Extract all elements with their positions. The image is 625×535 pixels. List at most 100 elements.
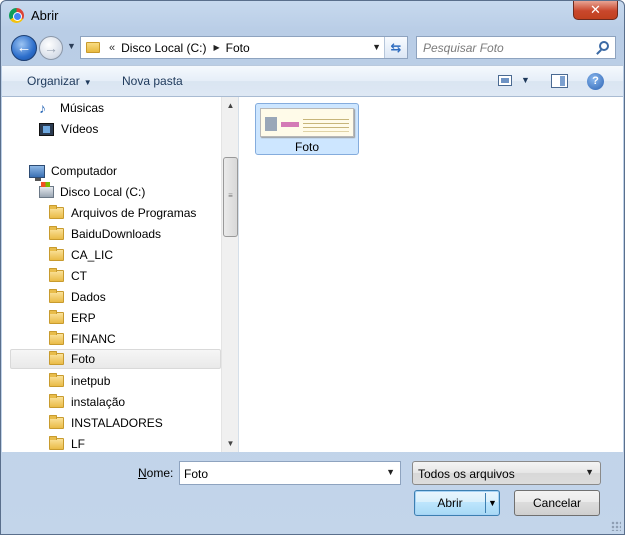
file-name-combobox[interactable]: ▼: [179, 461, 401, 485]
folder-icon: [49, 205, 64, 219]
nav-item-musicas[interactable]: ♪ Músicas: [39, 98, 104, 118]
nav-item-ca-lic[interactable]: CA_LIC: [49, 245, 113, 265]
folder-icon: [49, 331, 64, 345]
nav-item-baidudownloads[interactable]: BaiduDownloads: [49, 224, 161, 244]
breadcrumb-separator-icon[interactable]: ▶: [213, 43, 219, 52]
nav-item-label: CA_LIC: [71, 248, 114, 262]
nav-item-label: inetpub: [71, 374, 111, 388]
new-folder-button[interactable]: Nova pasta: [122, 74, 183, 88]
breadcrumb-disk[interactable]: Disco Local (C:): [121, 41, 206, 55]
nav-item-inetpub[interactable]: inetpub: [49, 371, 110, 391]
open-options-dropdown-icon[interactable]: ▼: [488, 491, 497, 515]
resize-grip-icon[interactable]: [611, 521, 621, 531]
nav-item-foto[interactable]: Foto: [10, 349, 221, 369]
nav-item-label: Computador: [51, 164, 118, 178]
file-name-label: Foto: [294, 140, 319, 154]
title-bar: Abrir ✕: [1, 1, 624, 31]
folder-icon: [49, 289, 64, 303]
nav-item-label: Arquivos de Programas: [71, 206, 197, 220]
preview-pane-icon[interactable]: [551, 74, 568, 88]
scroll-down-icon[interactable]: ▼: [222, 435, 239, 452]
disk-icon: [39, 182, 54, 198]
music-icon: ♪: [39, 100, 46, 116]
file-name-label: Nome:: [138, 466, 173, 480]
nav-item-lf[interactable]: LF: [49, 434, 85, 452]
search-box[interactable]: [416, 36, 616, 59]
recent-locations-dropdown[interactable]: ▼: [67, 41, 76, 51]
breadcrumb-overflow[interactable]: «: [109, 42, 115, 54]
nav-item-label: ERP: [71, 311, 96, 325]
change-view-icon[interactable]: [498, 75, 512, 86]
nav-item-label: BaiduDownloads: [71, 227, 162, 241]
nav-item-label: Dados: [71, 290, 106, 304]
file-name-input[interactable]: [184, 466, 374, 482]
nav-item-label: Músicas: [60, 101, 105, 115]
nav-item-label: instalação: [71, 395, 126, 409]
nav-item-computador[interactable]: Computador: [29, 161, 117, 181]
chevron-down-icon[interactable]: ▼: [386, 467, 395, 477]
folder-icon: [49, 394, 64, 408]
folder-icon: [49, 310, 64, 324]
nav-item-label: CT: [71, 269, 87, 283]
file-type-select[interactable]: Todos os arquivos ▼: [412, 461, 601, 485]
nav-item-instalacao[interactable]: instalação: [49, 392, 125, 412]
open-button-label: Abrir: [437, 496, 463, 510]
back-button[interactable]: ←: [11, 35, 37, 61]
address-bar[interactable]: « Disco Local (C:) ▶ Foto ▼ ⇆: [80, 36, 408, 59]
view-options-dropdown-icon[interactable]: ▼: [521, 75, 530, 85]
navigation-pane[interactable]: ♪ Músicas Vídeos Computador Disco Local …: [2, 97, 239, 452]
name-label-text: ome:: [146, 466, 174, 480]
nav-pane-scrollbar[interactable]: ▲ ≡ ▼: [221, 97, 238, 452]
nav-item-instaladores[interactable]: INSTALADORES: [49, 413, 163, 433]
nav-item-ct[interactable]: CT: [49, 266, 87, 286]
nav-item-arquivos-de-programas[interactable]: Arquivos de Programas: [49, 203, 196, 223]
scroll-thumb[interactable]: ≡: [223, 157, 238, 237]
refresh-button[interactable]: ⇆: [384, 37, 407, 58]
open-button[interactable]: Abrir ▼: [414, 490, 500, 516]
computer-icon: [29, 164, 45, 181]
folder-icon: [49, 415, 64, 429]
chrome-icon: [9, 8, 24, 23]
address-dropdown-icon[interactable]: ▼: [372, 42, 381, 52]
nav-item-label: Foto: [71, 352, 96, 366]
folder-icon: [49, 436, 64, 450]
command-toolbar: Organizar ▼ Nova pasta ▼ ?: [2, 65, 623, 97]
folder-icon: [86, 42, 100, 53]
nav-item-label: FINANC: [71, 332, 116, 346]
folder-icon: [49, 373, 64, 387]
file-list-pane[interactable]: Foto: [239, 97, 623, 452]
image-thumbnail: [260, 108, 354, 137]
file-type-value: Todos os arquivos: [418, 467, 515, 481]
nav-item-label: INSTALADORES: [71, 416, 163, 430]
video-icon: [39, 122, 54, 136]
organize-label: Organizar: [27, 74, 80, 88]
folder-icon: [49, 226, 64, 240]
nav-item-erp[interactable]: ERP: [49, 308, 96, 328]
nav-item-disco-local[interactable]: Disco Local (C:): [39, 182, 145, 202]
nav-item-label: LF: [71, 437, 86, 451]
nav-item-label: Vídeos: [61, 122, 99, 136]
help-icon[interactable]: ?: [587, 73, 604, 90]
nav-item-financ[interactable]: FINANC: [49, 329, 116, 349]
nav-item-dados[interactable]: Dados: [49, 287, 106, 307]
open-file-dialog: Abrir ✕ ← → ▼ « Disco Local (C:) ▶ Foto …: [0, 0, 625, 535]
split-divider: [485, 493, 486, 513]
breadcrumb-foto[interactable]: Foto: [226, 41, 250, 55]
cancel-button[interactable]: Cancelar: [514, 490, 600, 516]
chevron-down-icon: ▼: [585, 467, 594, 477]
search-input[interactable]: [423, 40, 593, 56]
forward-button[interactable]: →: [39, 36, 63, 60]
nav-item-label: Disco Local (C:): [60, 185, 146, 199]
window-title: Abrir: [31, 8, 59, 23]
name-label-mnemonic: N: [138, 466, 147, 480]
folder-icon: [49, 268, 64, 282]
caret-down-icon: ▼: [83, 78, 92, 87]
folder-icon: [49, 247, 64, 261]
folder-icon: [49, 351, 64, 365]
scroll-up-icon[interactable]: ▲: [222, 97, 239, 114]
file-item-foto[interactable]: Foto: [255, 103, 359, 155]
close-button[interactable]: ✕: [573, 1, 618, 20]
search-icon[interactable]: [599, 41, 609, 51]
organize-button[interactable]: Organizar ▼: [27, 74, 92, 88]
nav-item-videos[interactable]: Vídeos: [39, 119, 98, 139]
